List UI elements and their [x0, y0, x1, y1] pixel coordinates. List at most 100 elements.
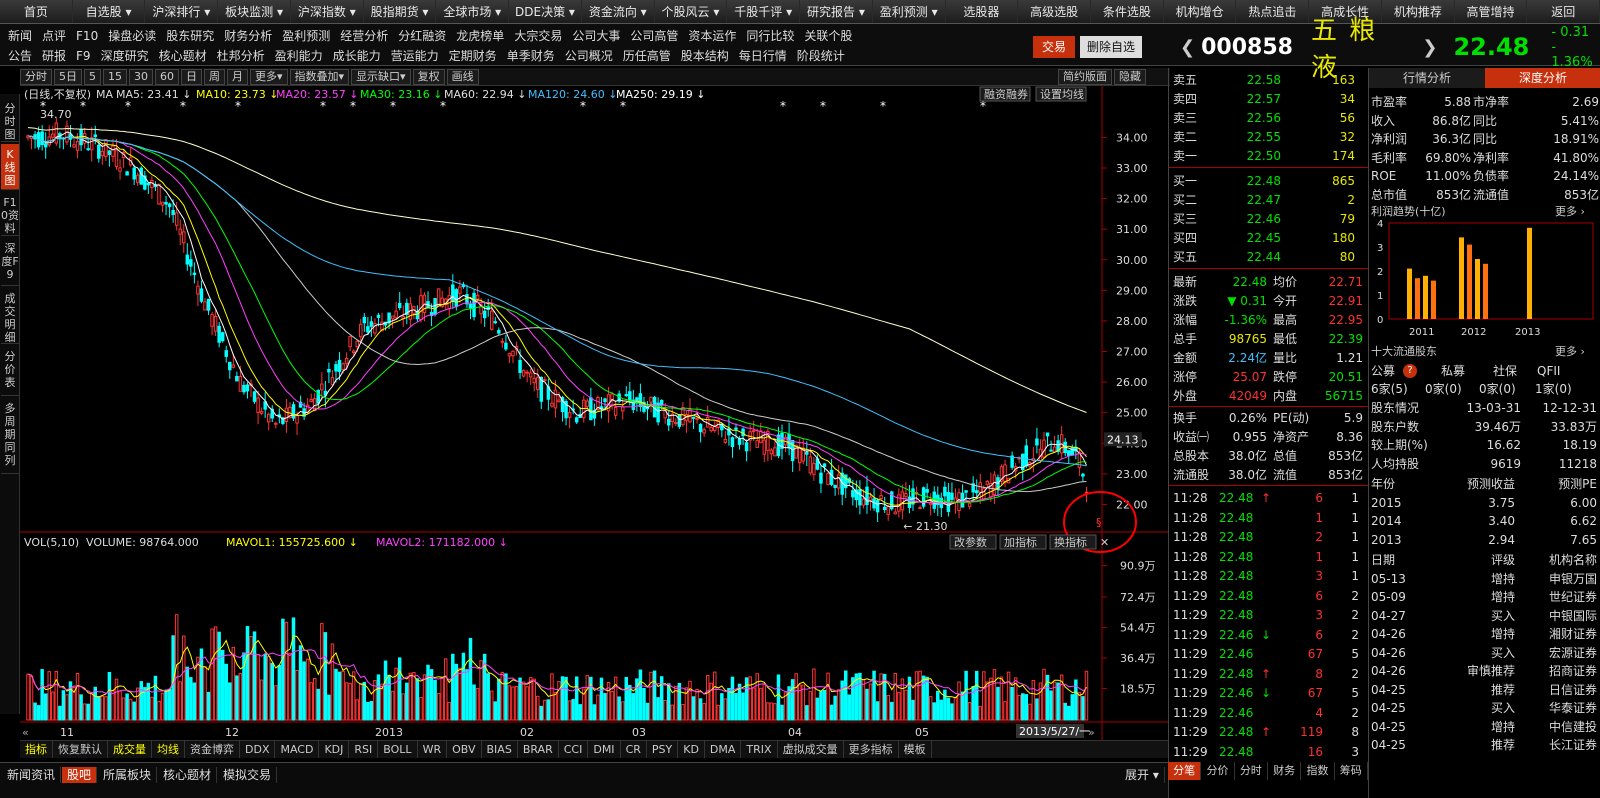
event-marker[interactable]: * [350, 99, 356, 113]
status-tab[interactable]: 股吧 [62, 767, 98, 783]
sub-nav-item[interactable]: 深度研究 [101, 46, 149, 66]
left-tab[interactable]: F10资料 [1, 192, 19, 236]
sub-nav-item[interactable]: 单季财务 [507, 46, 555, 66]
analysis-tab[interactable]: 行情分析 [1369, 68, 1485, 88]
sub-nav-item[interactable]: 盈利预测 [282, 26, 330, 46]
status-tab[interactable]: 新闻资讯 [2, 767, 62, 783]
sub-nav-item[interactable]: 营运能力 [391, 46, 439, 66]
top-nav-item[interactable]: 个股风云 ▾ [655, 0, 728, 23]
sub-nav-item[interactable]: 阶段统计 [797, 46, 845, 66]
toolbar-button[interactable]: 5 [84, 68, 101, 85]
event-marker[interactable]: * [620, 99, 626, 113]
more-link[interactable]: 更多 › [1555, 203, 1585, 219]
left-tab[interactable]: 分时图 [1, 98, 19, 142]
top-nav-item[interactable]: 热点追击 [1236, 0, 1310, 23]
detail-tab[interactable]: 指数 [1301, 762, 1335, 780]
indicator-tab[interactable]: RSI [349, 741, 379, 758]
sub-nav-item[interactable]: 历任高管 [623, 46, 671, 66]
sub-nav-item[interactable]: 龙虎榜单 [456, 26, 504, 46]
event-marker[interactable]: * [320, 99, 326, 113]
chart-button[interactable]: 融资融券 [984, 87, 1028, 101]
status-tab[interactable]: 核心题材 [158, 767, 218, 783]
trade-button[interactable]: 交易 [1033, 36, 1075, 58]
sub-nav-item[interactable]: 公司概况 [565, 46, 613, 66]
event-marker[interactable]: * [125, 99, 131, 113]
sub-nav-item[interactable]: 新闻 [8, 26, 32, 46]
kline-chart[interactable]: (日线,不复权) MA MA5: 23.41 ↓ MA10: 23.73 ↓MA20:… [20, 86, 1168, 740]
indicator-tab[interactable]: 恢复默认 [53, 741, 108, 758]
event-marker[interactable]: * [390, 99, 396, 113]
top-nav-item[interactable]: 研究报告 ▾ [800, 0, 873, 23]
sub-nav-item[interactable]: 成长能力 [333, 46, 381, 66]
status-tab[interactable]: 模拟交易 [218, 767, 278, 783]
detail-tab[interactable]: 分价 [1201, 762, 1235, 780]
sub-nav-item[interactable]: 大宗交易 [514, 26, 562, 46]
indicator-tab[interactable]: DMI [588, 741, 621, 758]
sub-nav-item[interactable]: 研报 [42, 46, 66, 66]
detail-tab[interactable]: 财务 [1268, 762, 1302, 780]
sub-nav-item[interactable]: 经营分析 [340, 26, 388, 46]
indicator-tab[interactable]: OBV [447, 741, 482, 758]
top-nav-item[interactable]: 条件选股 [1091, 0, 1164, 23]
toolbar-button[interactable]: 画线 [446, 68, 479, 85]
event-marker[interactable]: * [580, 99, 586, 113]
remove-watchlist-button[interactable]: 删除自选 [1080, 36, 1142, 58]
indicator-tab[interactable]: 成交量 [108, 741, 152, 758]
event-marker[interactable]: * [980, 99, 986, 113]
top-nav-item[interactable]: 机构增仓 [1164, 0, 1237, 23]
event-marker[interactable]: * [80, 99, 86, 113]
left-tab[interactable]: 深度F9 [1, 238, 19, 286]
indicator-tab[interactable]: 均线 [152, 741, 185, 758]
sub-nav-item[interactable]: 关联个股 [804, 26, 852, 46]
expand-button[interactable]: 展开 ▾ [1120, 767, 1165, 783]
chevron-right-icon[interactable]: ❯ [1422, 37, 1437, 58]
indicator-tab[interactable]: DDX [240, 741, 276, 758]
top-nav-item[interactable]: 板块监测 ▾ [218, 0, 291, 23]
top-nav-item[interactable]: 沪深排行 ▾ [145, 0, 219, 23]
indicator-tab[interactable]: BRAR [518, 741, 559, 758]
top-nav-item[interactable]: 选股器 [946, 0, 1019, 23]
toolbar-button[interactable]: 复权 [412, 68, 445, 85]
sub-nav-item[interactable]: 定期财务 [449, 46, 497, 66]
event-marker[interactable]: * [440, 99, 446, 113]
indicator-tab[interactable]: 虚拟成交量 [778, 741, 844, 758]
toolbar-button[interactable]: 简约版面 [1058, 69, 1112, 85]
left-tab[interactable]: 多周期同列 [1, 398, 19, 474]
top-nav-item[interactable]: 自选股 ▾ [73, 0, 146, 23]
indicator-tab[interactable]: TRIX [741, 741, 778, 758]
sub-nav-item[interactable]: F10 [76, 26, 98, 46]
scroll-left-icon[interactable]: « [22, 726, 29, 739]
sub-nav-item[interactable]: 股东研究 [166, 26, 214, 46]
detail-tab[interactable]: 筹码 [1335, 762, 1368, 780]
status-tab[interactable]: 所属板块 [98, 767, 158, 783]
vol-button[interactable]: 加指标 [1004, 535, 1037, 549]
detail-tab[interactable]: 分笔 [1168, 762, 1202, 780]
sub-nav-item[interactable]: 资本运作 [688, 26, 736, 46]
toolbar-button[interactable]: 日 [181, 68, 202, 85]
top-nav-item[interactable]: 高管增持 [1455, 0, 1528, 23]
top-nav-item[interactable]: 返回 [1527, 0, 1600, 23]
indicator-tab[interactable]: 资金博弈 [185, 741, 240, 758]
toolbar-button[interactable]: 指数叠加▾ [289, 68, 350, 85]
indicator-tab[interactable]: DMA [705, 741, 742, 758]
toolbar-button[interactable]: 30 [129, 68, 153, 85]
top-nav-item[interactable]: 沪深指数 ▾ [291, 0, 364, 23]
event-marker[interactable]: * [820, 99, 826, 113]
indicator-tab[interactable]: KD [678, 741, 705, 758]
sub-nav-item[interactable]: 每日行情 [739, 46, 787, 66]
sub-nav-item[interactable]: 操盘必读 [108, 26, 156, 46]
analysis-tab[interactable]: 深度分析 [1485, 68, 1600, 88]
top-nav-item[interactable]: 股指期货 ▾ [364, 0, 437, 23]
toolbar-button[interactable]: 更多▾ [250, 68, 288, 85]
chart-button[interactable]: 设置均线 [1040, 87, 1084, 101]
sub-nav-item[interactable]: 公司大事 [572, 26, 620, 46]
vol-button[interactable]: 改参数 [954, 535, 987, 549]
indicator-tab[interactable]: 指标 [20, 741, 53, 758]
event-marker[interactable]: * [880, 99, 886, 113]
top-nav-item[interactable]: 千股千评 ▾ [727, 0, 801, 23]
event-marker[interactable]: * [235, 99, 241, 113]
toolbar-button[interactable]: 15 [103, 68, 127, 85]
top-nav-item[interactable]: 首页 [0, 0, 73, 23]
sub-nav-item[interactable]: 杜邦分析 [217, 46, 265, 66]
toolbar-button[interactable]: 月 [227, 68, 248, 85]
